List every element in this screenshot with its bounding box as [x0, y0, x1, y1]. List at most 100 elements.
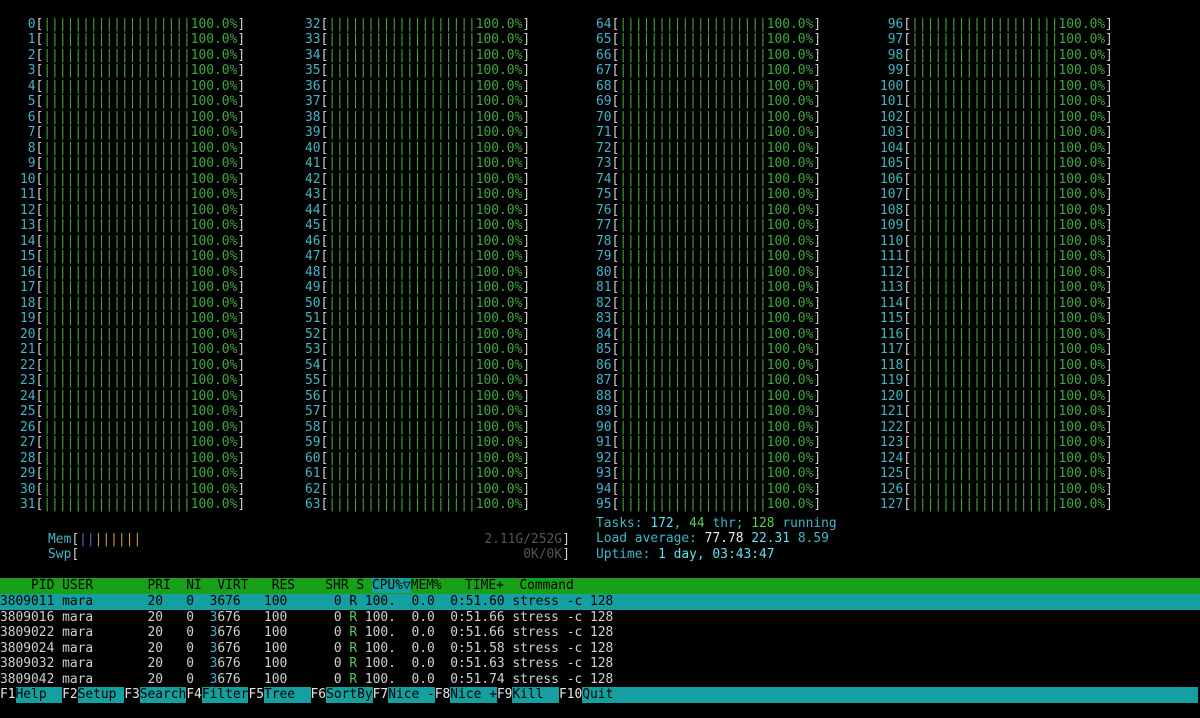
cpu-usage-bar: |||||||||||||||||||: [43, 342, 191, 357]
cpu-percent: 100.0%: [1058, 419, 1106, 435]
cpu-percent: 100.0%: [475, 295, 523, 311]
col-cpu-sorted[interactable]: CPU%▽: [371, 578, 411, 593]
col-ni[interactable]: NI: [186, 578, 202, 593]
cpu-number: 45: [305, 218, 321, 233]
res-cell: 100: [248, 609, 288, 625]
cpu-percent: 100.0%: [475, 156, 523, 171]
cpu-usage-bar: |||||||||||||||||||: [619, 357, 767, 373]
cpu-number: 32: [305, 16, 321, 32]
cpu-meter-97: 97[|||||||||||||||||||100.0%]: [880, 32, 1148, 48]
cpu-percent: 100.0%: [766, 63, 814, 78]
cpu-meter-35: 35[|||||||||||||||||||100.0%]: [305, 63, 573, 79]
cpu-close-bracket: ]: [237, 466, 246, 481]
cpu-usage-bar: |||||||||||||||||||: [328, 450, 476, 466]
cpu-meter-62: 62[|||||||||||||||||||100.0%]: [305, 482, 573, 498]
cpu-usage-bar: |||||||||||||||||||: [328, 78, 476, 94]
cpu-close-bracket: ]: [522, 109, 531, 125]
fkey-f7[interactable]: F7Nice -: [373, 687, 435, 703]
table-row[interactable]: 3809024 mara 20 0 3676 100 0 R 100. 0.0 …: [0, 641, 1200, 657]
cpu-usage-bar: |||||||||||||||||||: [911, 171, 1059, 187]
cpu-meter-82: 82[|||||||||||||||||||100.0%]: [596, 296, 864, 312]
cpu-number: 15: [20, 249, 36, 264]
fkey-f5[interactable]: F5Tree: [248, 687, 311, 703]
cpu-number: 80: [596, 264, 612, 280]
table-row[interactable]: 3809042 mara 20 0 3676 100 0 R 100. 0.0 …: [0, 672, 1200, 688]
fkey-f8[interactable]: F8Nice +: [435, 687, 497, 703]
cpu-usage-bar: |||||||||||||||||||: [43, 32, 191, 47]
cpu-close-bracket: ]: [237, 140, 246, 156]
fkey-f1[interactable]: F1Help: [0, 687, 63, 703]
user-cell: mara: [62, 671, 132, 687]
load-label: Load average:: [596, 531, 697, 546]
col-virt[interactable]: VIRT: [217, 578, 248, 593]
tasks-sep: ,: [673, 516, 682, 531]
cpu-number: 105: [880, 156, 904, 171]
cpu-close-bracket: ]: [522, 32, 531, 47]
cpu-percent: 100.0%: [190, 233, 238, 249]
cpu-usage-bar: |||||||||||||||||||: [328, 373, 476, 388]
cpu-percent: 100.0%: [1058, 94, 1106, 109]
cpu-usage-bar: |||||||||||||||||||: [43, 218, 191, 233]
cpu-percent: 100.0%: [1058, 497, 1106, 512]
fkey-f6[interactable]: F6SortBy: [311, 687, 373, 703]
mem-cell: 0.0: [403, 640, 435, 656]
fkey-f9[interactable]: F9Kill: [497, 687, 559, 703]
cpu-number: 90: [596, 419, 612, 435]
time-cell: 0:51.60: [442, 594, 505, 609]
cpu-close-bracket: ]: [1105, 32, 1113, 47]
cpu-usage-bar: |||||||||||||||||||: [328, 171, 476, 187]
ni-cell: 0: [170, 625, 195, 640]
cpu-number: 103: [880, 125, 904, 140]
table-row[interactable]: 3809032 mara 20 0 3676 100 0 R 100. 0.0 …: [0, 656, 1200, 672]
cpu-close-bracket: ]: [813, 481, 822, 497]
cpu-meter-46: 46[|||||||||||||||||||100.0%]: [305, 234, 573, 250]
col-pid[interactable]: PID: [0, 578, 54, 593]
cpu-close-bracket: ]: [237, 497, 246, 512]
cpu-number: 100: [880, 78, 904, 94]
time-cell: 0:51.66: [442, 625, 505, 640]
cpu-meter-12: 12[|||||||||||||||||||100.0%]: [20, 203, 288, 219]
col-pri[interactable]: PRI: [147, 578, 170, 593]
cpu-usage-bar: |||||||||||||||||||: [619, 202, 767, 218]
cpu-percent: 100.0%: [190, 435, 238, 450]
cpu-meter-85: 85[|||||||||||||||||||100.0%]: [596, 342, 864, 358]
cpu-usage-bar: |||||||||||||||||||: [328, 47, 476, 63]
fkey-f10[interactable]: F10Quit: [559, 687, 614, 703]
cpu-usage-bar: |||||||||||||||||||: [619, 497, 767, 512]
cpu-close-bracket: ]: [813, 16, 822, 32]
col-time[interactable]: TIME+: [465, 578, 504, 593]
col-mem[interactable]: MEM%: [411, 578, 442, 593]
fkey-f2[interactable]: F2Setup: [62, 687, 125, 703]
cpu-percent: 100.0%: [766, 342, 814, 357]
cpu-meter-98: 98[|||||||||||||||||||100.0%]: [880, 48, 1148, 64]
fkey-f3[interactable]: F3Search: [124, 687, 187, 703]
table-row[interactable]: 3809011 mara 20 0 3676 100 0 R 100. 0.0 …: [0, 594, 1200, 610]
table-row[interactable]: 3809022 mara 20 0 3676 100 0 R 100. 0.0 …: [0, 625, 1200, 641]
cpu-close-bracket: ]: [1105, 249, 1113, 264]
cpu-close-bracket: ]: [813, 202, 822, 218]
cpu-usage-bar: |||||||||||||||||||: [619, 419, 767, 435]
table-row[interactable]: 3809016 mara 20 0 3676 100 0 R 100. 0.0 …: [0, 610, 1200, 626]
cpu-open-bracket: [: [903, 47, 912, 63]
col-res[interactable]: RES: [272, 578, 295, 593]
cpu-usage-bar: |||||||||||||||||||: [619, 280, 767, 295]
cpu-percent: 100.0%: [190, 187, 238, 202]
cpu-meter-121: 121[|||||||||||||||||||100.0%]: [880, 404, 1148, 420]
col-shr[interactable]: SHR: [318, 578, 348, 593]
cpu-meter-114: 114[|||||||||||||||||||100.0%]: [880, 296, 1148, 312]
cpu-close-bracket: ]: [522, 233, 531, 249]
fkey-f4[interactable]: F4Filter: [186, 687, 249, 703]
load-average-meter: Load average: 77.78 22.31 8.59: [596, 531, 829, 547]
cpu-number: 75: [596, 187, 612, 202]
cpu-open-bracket: [: [903, 94, 912, 109]
col-command[interactable]: Command: [519, 578, 573, 593]
process-table-header[interactable]: PID USER PRI NI VIRT RES SHR S CPU%▽MEM%…: [0, 578, 1200, 594]
col-user[interactable]: USER: [62, 578, 93, 593]
cpu-meter-77: 77[|||||||||||||||||||100.0%]: [596, 218, 864, 234]
cpu-usage-bar: |||||||||||||||||||: [619, 342, 767, 357]
virt-hi-cell: 3: [201, 625, 218, 640]
cpu-percent: 100.0%: [190, 156, 238, 171]
col-s[interactable]: S: [356, 578, 364, 593]
cpu-meter-55: 55[|||||||||||||||||||100.0%]: [305, 373, 573, 389]
cpu-percent: 100.0%: [475, 218, 523, 233]
